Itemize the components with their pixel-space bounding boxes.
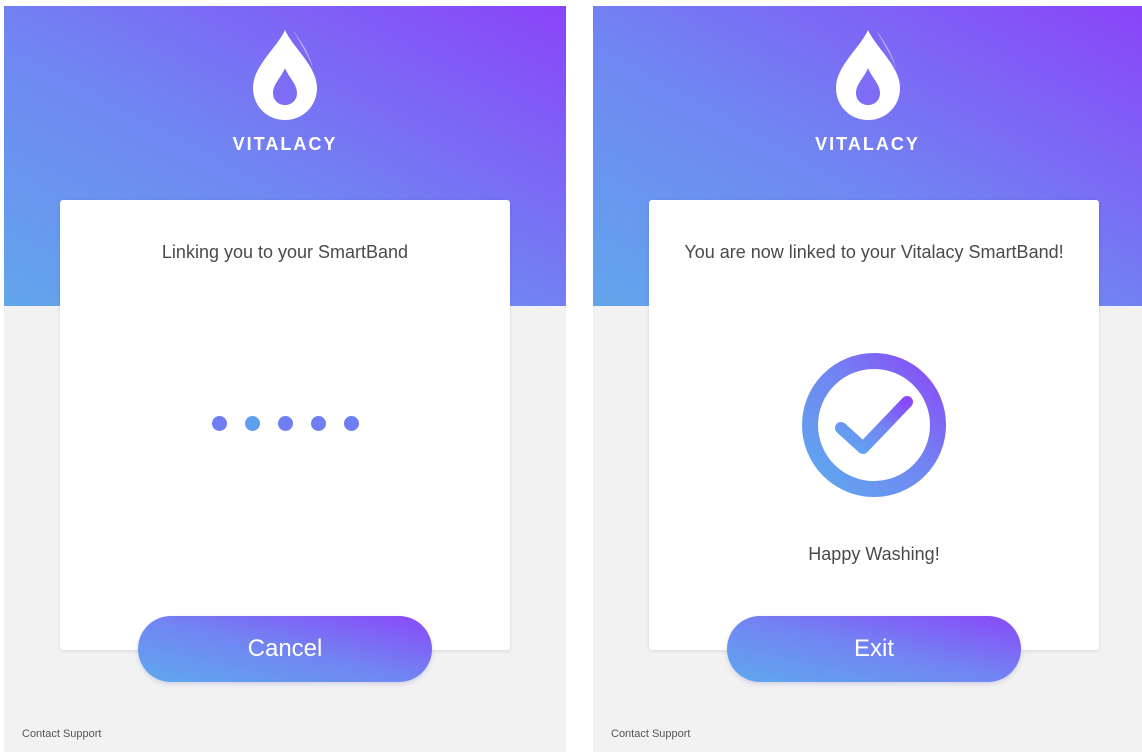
cancel-button[interactable]: Cancel xyxy=(138,616,432,682)
card-title: Linking you to your SmartBand xyxy=(161,242,409,262)
contact-support-link[interactable]: Contact Support xyxy=(22,728,102,740)
loading-dot xyxy=(211,416,227,431)
success-message: Happy Washing! xyxy=(808,544,940,564)
card-title: You are now linked to your Vitalacy Smar… xyxy=(684,242,1064,262)
linking-card: Linking you to your SmartBand xyxy=(60,200,510,650)
loading-indicator xyxy=(60,416,510,431)
loading-dot xyxy=(277,416,293,431)
checkmark-circle-icon xyxy=(802,353,946,497)
contact-support-link[interactable]: Contact Support xyxy=(611,728,691,740)
loading-dot xyxy=(244,416,260,431)
loading-dot xyxy=(343,416,359,431)
brand-wordmark: VITALACY xyxy=(232,134,338,154)
water-drop-logo-icon xyxy=(835,30,900,120)
brand-wordmark: VITALACY xyxy=(815,134,920,154)
linking-screen: VITALACY Linking you to your SmartBand C… xyxy=(4,6,566,752)
exit-button[interactable]: Exit xyxy=(727,616,1021,682)
loading-dot xyxy=(310,416,326,431)
water-drop-logo-icon xyxy=(253,30,317,120)
linked-screen: VITALACY You are now linked to your Vita… xyxy=(593,6,1142,752)
success-card: You are now linked to your Vitalacy Smar… xyxy=(649,200,1099,650)
